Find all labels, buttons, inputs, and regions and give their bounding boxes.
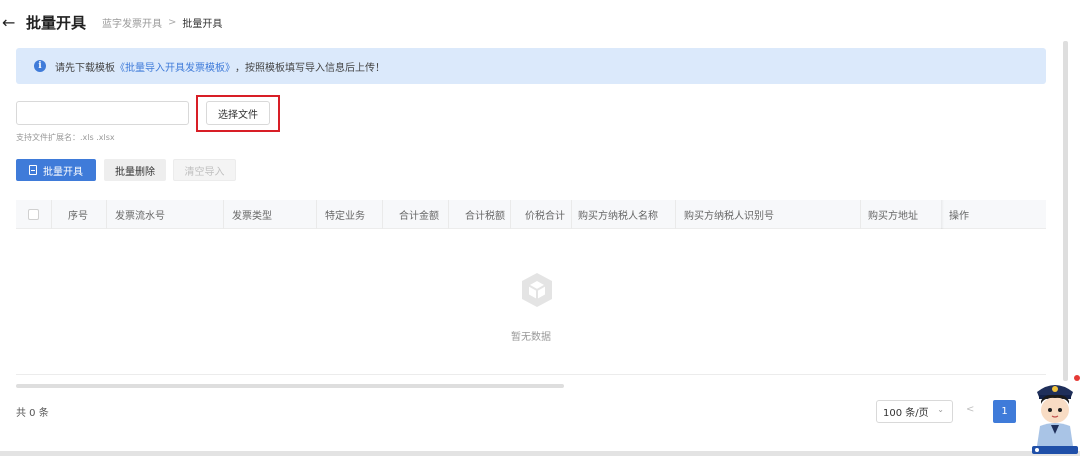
fixed-column-shadow <box>941 200 944 229</box>
column-header: 发票流水号 <box>106 200 221 229</box>
batch-delete-button[interactable]: 批量删除 <box>104 159 166 181</box>
column-header: 操作 <box>949 211 969 222</box>
column-header: 序号 <box>51 200 96 229</box>
breadcrumb-separator: > <box>168 16 177 28</box>
page-title: 批量开具 <box>26 13 87 32</box>
page-size-value: 100 条/页 <box>883 408 929 419</box>
arrow-left-icon[interactable]: ← <box>2 13 22 32</box>
alert-prefix: 请先下载模板 <box>55 62 115 74</box>
assistant-mascot-icon[interactable] <box>1030 370 1080 456</box>
column-header: 发票类型 <box>223 200 312 229</box>
file-path-input[interactable] <box>16 101 189 125</box>
table-empty-state: 暂无数据 <box>16 229 1046 375</box>
column-header: 合计税额 <box>448 200 507 229</box>
select-all-checkbox[interactable] <box>28 209 39 220</box>
breadcrumb-parent[interactable]: 蓝字发票开具 <box>102 15 162 30</box>
page-number-button[interactable]: 1 <box>993 400 1016 423</box>
breadcrumb: 蓝字发票开具 > 批量开具 <box>102 15 222 30</box>
column-header: 购买方地址 <box>860 200 941 229</box>
document-icon <box>29 165 37 175</box>
vertical-scrollbar[interactable] <box>1063 41 1068 381</box>
bottom-edge <box>0 451 1080 456</box>
chevron-down-icon: ⌄ <box>937 405 944 414</box>
info-icon: i <box>34 60 46 72</box>
column-header: 购买方纳税人名称 <box>571 200 674 229</box>
batch-issue-button[interactable]: 批量开具 <box>16 159 96 181</box>
choose-file-button[interactable]: 选择文件 <box>206 101 270 125</box>
horizontal-scrollbar[interactable] <box>16 384 564 388</box>
info-alert: i 请先下载模板 《批量导入开具发票模板》 ，按照模板填写导入信息后上传！ <box>16 48 1046 84</box>
clear-import-button: 清空导入 <box>173 159 236 181</box>
file-extension-hint: 支持文件扩展名：.xls .xlsx <box>16 133 115 142</box>
template-download-link[interactable]: 《批量导入开具发票模板》 <box>115 59 235 74</box>
empty-text: 暂无数据 <box>511 332 551 343</box>
page-size-select[interactable]: 100 条/页 ⌄ <box>876 400 953 423</box>
total-count: 共 0 条 <box>16 408 49 419</box>
prev-page-button[interactable]: < <box>966 404 974 415</box>
empty-box-icon <box>522 273 552 307</box>
batch-issue-label: 批量开具 <box>43 166 83 178</box>
alert-suffix: ，按照模板填写导入信息后上传！ <box>235 62 385 74</box>
column-header: 特定业务 <box>316 200 382 229</box>
batch-issue-page: ← 批量开具 蓝字发票开具 > 批量开具 i 请先下载模板 《批量导入开具发票模… <box>0 0 1080 456</box>
breadcrumb-current: 批量开具 <box>182 18 223 30</box>
page-header: ← 批量开具 蓝字发票开具 > 批量开具 <box>0 8 222 36</box>
select-all-cell <box>28 200 39 229</box>
column-header: 购买方纳税人识别号 <box>675 200 860 229</box>
column-header: 合计金额 <box>382 200 441 229</box>
table-header: 序号 发票流水号 发票类型 特定业务 合计金额 合计税额 价税合计 购买方纳税人… <box>16 200 1046 229</box>
column-header: 价税合计 <box>510 200 567 229</box>
